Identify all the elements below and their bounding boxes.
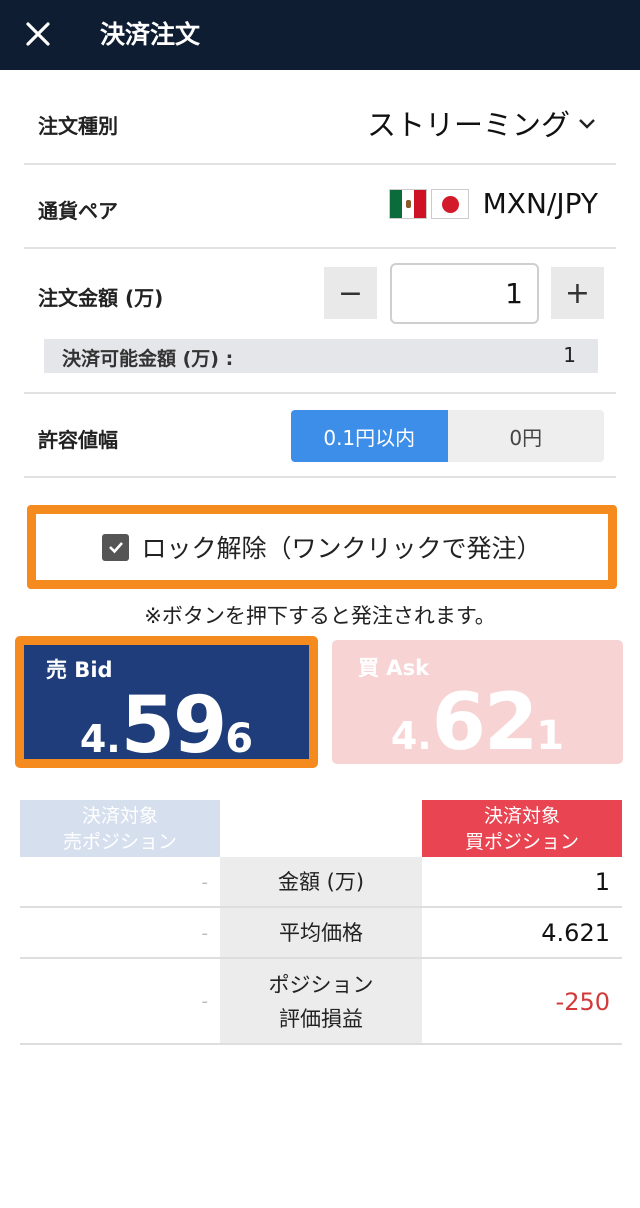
sell-average-price-cell: -: [201, 922, 209, 944]
japan-flag-icon: [430, 188, 469, 219]
tolerance-label: 許容値幅: [38, 428, 118, 452]
pnl-label-line2: 評価損益: [279, 1006, 363, 1031]
order-amount-label: 注文金額 (万): [38, 286, 164, 310]
close-icon[interactable]: [18, 14, 58, 54]
available-amount-value: 1: [563, 343, 576, 367]
ask-price: 4.621: [332, 678, 623, 768]
lock-release-label: ロック解除（ワンクリックで発注）: [141, 534, 542, 563]
top-bar: 決済注文: [0, 0, 640, 70]
currency-pair-row: 通貨ペア MXN/JPY: [24, 165, 616, 249]
ask-price-main: 62: [431, 678, 539, 768]
tolerance-option-0-1[interactable]: 0.1円以内: [291, 410, 448, 462]
currency-pair-label: 通貨ペア: [38, 199, 118, 223]
amount-row-label: 金額 (万): [220, 857, 422, 907]
pnl-label-line1: ポジション: [268, 972, 374, 997]
page-title: 決済注文: [100, 20, 201, 49]
buy-pnl-cell: -250: [555, 987, 610, 1016]
sell-pnl-cell: -: [201, 991, 209, 1012]
pnl-row-label: ポジション 評価損益: [220, 959, 422, 1044]
chevron-down-icon: [579, 119, 595, 129]
bid-price-prefix: 4.: [79, 717, 121, 761]
bid-label: 売 Bid: [46, 658, 113, 682]
buy-header-line2: 買ポジション: [464, 831, 579, 853]
ask-price-pip: 1: [536, 713, 565, 759]
order-type-select[interactable]: ストリーミング: [367, 102, 598, 144]
sell-bid-button[interactable]: 売 Bid 4.596: [15, 636, 318, 771]
bid-price-pip: 6: [225, 716, 254, 762]
available-amount-label: 決済可能金額 (万) :: [62, 348, 234, 370]
table-divider: [20, 1043, 622, 1045]
average-price-row-label: 平均価格: [220, 908, 422, 958]
buy-average-price-cell: 4.621: [541, 919, 610, 947]
ask-price-prefix: 4.: [390, 714, 432, 758]
decrease-amount-button[interactable]: −: [324, 267, 377, 319]
currency-pair-value: MXN/JPY: [482, 187, 598, 220]
mexico-flag-icon: [388, 188, 427, 219]
sell-header-line1: 決済対象: [81, 805, 158, 827]
order-type-value: ストリーミング: [366, 108, 570, 142]
tolerance-row: 許容値幅 0.1円以内 0円: [24, 394, 616, 478]
buy-header-line1: 決済対象: [483, 805, 560, 827]
currency-pair-value-group: MXN/JPY: [388, 187, 598, 220]
buy-ask-button[interactable]: 買 Ask 4.621: [332, 640, 623, 768]
checkbox-checked-icon[interactable]: [102, 533, 130, 561]
bid-price-main: 59: [120, 681, 228, 771]
order-type-row: 注文種別 ストリーミング: [24, 80, 616, 165]
sell-header-line2: 売ポジション: [62, 831, 177, 853]
increase-amount-button[interactable]: +: [551, 267, 604, 319]
sell-positions-header[interactable]: 決済対象 売ポジション: [20, 800, 220, 857]
order-amount-input[interactable]: 1: [390, 263, 539, 324]
lock-release-toggle[interactable]: ロック解除（ワンクリックで発注）: [27, 505, 617, 589]
tolerance-option-0[interactable]: 0円: [448, 410, 605, 462]
buy-amount-cell: 1: [594, 868, 610, 896]
available-amount-bar: 決済可能金額 (万) : 1: [44, 339, 598, 373]
order-note: ※ボタンを押下すると発注されます。: [144, 604, 496, 628]
tolerance-toggle: 0.1円以内 0円: [291, 410, 604, 462]
buy-positions-header[interactable]: 決済対象 買ポジション: [422, 800, 622, 857]
bid-price: 4.596: [24, 681, 309, 771]
order-type-label: 注文種別: [38, 114, 118, 138]
sell-amount-cell: -: [201, 871, 209, 893]
order-amount-row: 注文金額 (万) − 1 + 決済可能金額 (万) : 1: [24, 249, 616, 394]
